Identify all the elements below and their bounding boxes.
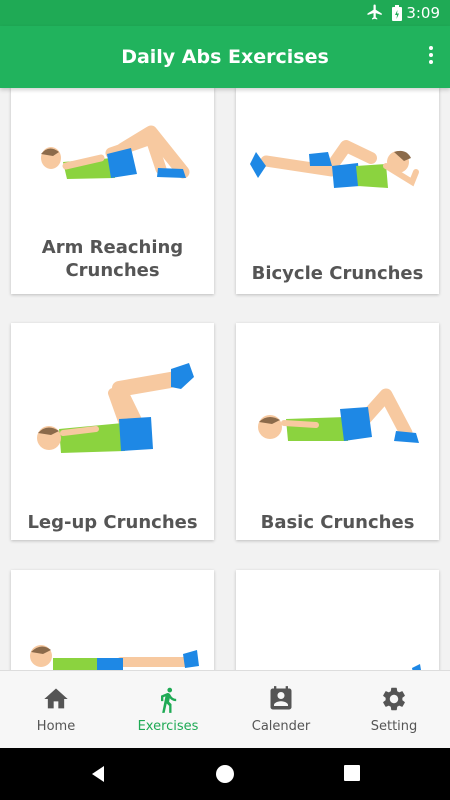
bottom-navigation: Home Exercises Calender Setting [0, 670, 450, 749]
bicycle-crunches-illustration [250, 140, 419, 188]
battery-icon [392, 5, 402, 21]
app-bar: Daily Abs Exercises [0, 26, 450, 88]
exercise-illustration [30, 645, 199, 670]
exercise-card-bicycle-crunches[interactable]: Bicycle Crunches [236, 88, 439, 294]
more-vert-icon[interactable] [426, 46, 436, 68]
exercise-card-arm-reaching-crunches[interactable]: Arm Reaching Crunches [11, 88, 214, 294]
nav-item-setting[interactable]: Setting [338, 671, 450, 749]
back-icon[interactable] [88, 764, 108, 784]
exercise-grid: Arm Reaching Crunches Bicycle Crunches L… [0, 88, 450, 670]
nav-label-exercises: Exercises [137, 719, 199, 734]
nav-item-calender[interactable]: Calender [225, 671, 337, 749]
arm-reaching-crunches-illustration [41, 125, 190, 179]
system-navigation-bar [0, 748, 450, 800]
airplane-mode-icon [367, 4, 382, 20]
exercise-card-6[interactable] [236, 570, 439, 670]
exercise-label: Leg-up Crunches [27, 512, 198, 533]
exercise-card-leg-up-crunches[interactable]: Leg-up Crunches [11, 323, 214, 540]
home-circle-icon[interactable] [215, 764, 235, 784]
nav-item-exercises[interactable]: Exercises [112, 671, 224, 749]
exercise-card-5[interactable] [11, 570, 214, 670]
nav-item-home[interactable]: Home [0, 671, 112, 749]
leg-up-crunches-illustration [37, 363, 194, 453]
status-time: 3:09 [406, 4, 440, 22]
status-bar: 3:09 [0, 0, 450, 26]
nav-label-calender: Calender [251, 719, 311, 734]
exercise-label: Bicycle Crunches [251, 263, 424, 284]
walking-person-icon [161, 687, 177, 713]
calendar-icon [270, 686, 292, 710]
page-title: Daily Abs Exercises [121, 46, 329, 68]
nav-label-setting: Setting [370, 719, 418, 734]
exercise-label: Arm Reaching Crunches [41, 237, 184, 281]
gear-icon [383, 687, 405, 711]
exercise-label: Basic Crunches [260, 512, 415, 533]
exercise-card-basic-crunches[interactable]: Basic Crunches [236, 323, 439, 540]
exercise-illustration [412, 664, 421, 670]
nav-label-home: Home [36, 719, 76, 734]
home-icon [44, 688, 68, 709]
recents-icon[interactable] [343, 764, 361, 782]
basic-crunches-illustration [258, 388, 419, 443]
